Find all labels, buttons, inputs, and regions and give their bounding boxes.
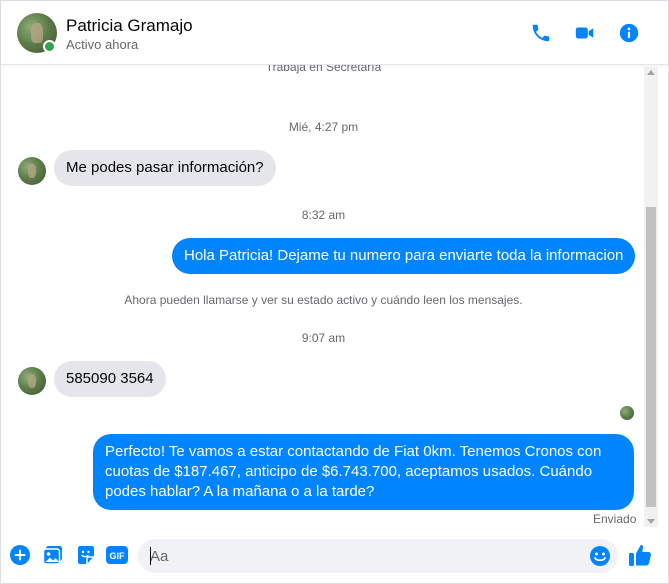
send-like-button[interactable] — [627, 542, 653, 568]
more-actions-button[interactable] — [9, 544, 31, 566]
attach-photo-button[interactable] — [42, 544, 64, 566]
gif-button[interactable]: GIF — [105, 544, 129, 566]
contact-status: Activo ahora — [66, 37, 139, 52]
scroll-up-arrow-icon[interactable] — [647, 70, 655, 75]
emoji-button[interactable] — [589, 545, 611, 567]
image-icon — [42, 546, 62, 565]
text-caret — [150, 547, 151, 565]
conversation-info-button[interactable] — [617, 21, 641, 45]
phone-call-button[interactable] — [529, 21, 553, 45]
scrollbar[interactable] — [644, 67, 658, 527]
incoming-message[interactable]: Me podes pasar información? — [54, 150, 276, 186]
chat-header: Patricia Gramajo Activo ahora — [1, 1, 668, 65]
info-icon — [619, 23, 639, 43]
phone-icon — [532, 24, 550, 42]
messenger-window: Patricia Gramajo Activo ahora Trabaja en… — [0, 0, 669, 584]
timestamp: 8:32 am — [301, 208, 346, 222]
message-composer: GIF — [1, 529, 668, 583]
sticker-icon — [78, 546, 94, 564]
message-input[interactable] — [150, 546, 570, 566]
connection-notice: Ahora pueden llamarse y ver su estado ac… — [124, 293, 523, 307]
timestamp: Mié, 4:27 pm — [288, 120, 359, 134]
contact-avatar-small[interactable] — [18, 157, 46, 185]
thumbs-up-icon — [629, 545, 651, 566]
contact-name[interactable]: Patricia Gramajo — [66, 16, 193, 36]
incoming-message[interactable]: 585090 3564 — [54, 361, 166, 397]
sticker-button[interactable] — [75, 544, 97, 566]
video-call-button[interactable] — [573, 21, 597, 45]
scroll-down-arrow-icon[interactable] — [647, 519, 655, 524]
message-input-container[interactable] — [138, 539, 618, 573]
gif-icon: GIF — [106, 546, 128, 564]
scrollbar-thumb[interactable] — [646, 207, 656, 507]
video-icon — [575, 27, 594, 39]
smiley-icon — [590, 546, 610, 566]
contact-avatar-small[interactable] — [18, 367, 46, 395]
online-status-dot — [43, 40, 56, 53]
timestamp: 9:07 am — [301, 331, 346, 345]
sent-status: Enviado — [593, 512, 637, 526]
profile-info-text: Trabaja en Secretaría — [265, 65, 382, 74]
outgoing-message[interactable]: Perfecto! Te vamos a estar contactando d… — [93, 434, 634, 510]
read-receipt-avatar — [620, 406, 634, 420]
gif-label: GIF — [110, 551, 126, 561]
plus-circle-icon — [10, 545, 30, 565]
outgoing-message[interactable]: Hola Patricia! Dejame tu numero para env… — [172, 238, 636, 274]
message-thread[interactable]: Trabaja en Secretaría Mié, 4:27 pm Me po… — [1, 65, 668, 529]
